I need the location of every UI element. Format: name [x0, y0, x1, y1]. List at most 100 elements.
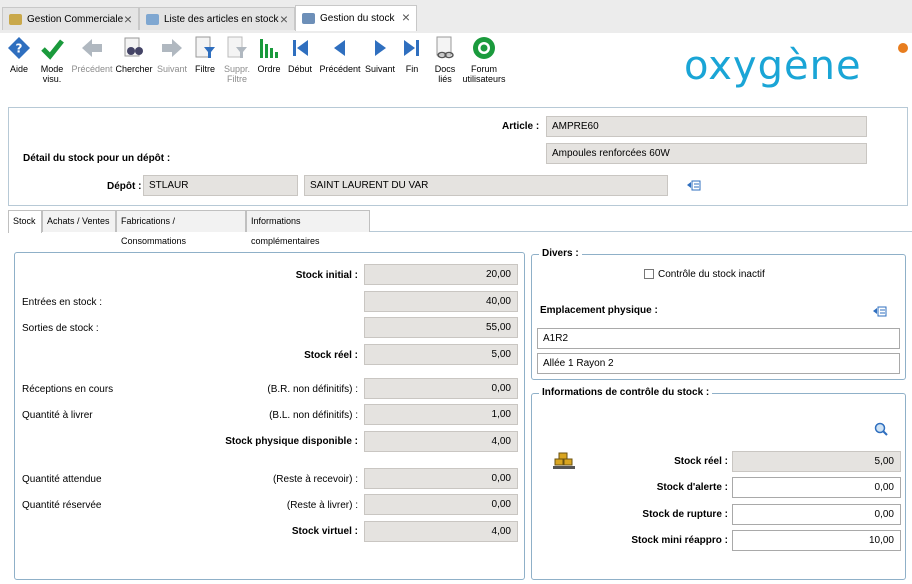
controle-title: Informations de contrôle du stock : [539, 387, 713, 398]
linked-docs-button[interactable]: Docs liés [431, 36, 459, 84]
content-tab-bar: Stock Achats / Ventes Fabrications / Con… [8, 210, 912, 246]
divers-title: Divers : [539, 248, 582, 259]
toolbar: ? Aide Mode visu. Précédent Chercher Sui… [0, 33, 912, 99]
depot-label: Dépôt : [107, 181, 142, 192]
alerte-label: Stock d'alerte : [656, 482, 728, 493]
tab-infos-complementaires[interactable]: Informations complémentaires [246, 210, 370, 246]
last-record-button[interactable]: Fin [398, 36, 426, 74]
previous-button[interactable]: Précédent [70, 36, 114, 74]
qte-reservee-sub-label: (Reste à livrer) : [286, 500, 358, 511]
tab-liste-articles[interactable]: Liste des articles en stock × [139, 7, 295, 30]
oxygene-logo: oxygène [684, 43, 862, 89]
cart-icon [9, 13, 22, 25]
last-icon [400, 36, 424, 60]
qte-attendue-sub-label: (Reste à recevoir) : [272, 474, 358, 485]
controle-group: Informations de contrôle du stock : Stoc… [531, 387, 906, 580]
qte-attendue-field[interactable]: 0,00 [364, 468, 518, 489]
sort-order-button[interactable]: Ordre [256, 36, 282, 74]
zoom-icon[interactable] [874, 422, 888, 436]
tab-label: Gestion Commerciale [27, 13, 124, 25]
entrees-field[interactable]: 40,00 [364, 291, 518, 312]
depot-code-field[interactable]: STLAUR [143, 175, 298, 196]
next-button[interactable]: Suivant [154, 36, 190, 74]
qte-reservee-label: Quantité réservée [22, 500, 102, 511]
mode-visu-button[interactable]: Mode visu. [36, 36, 68, 84]
emplacement-select-icon[interactable] [873, 306, 887, 317]
stock-virtuel-field[interactable]: 4,00 [364, 521, 518, 542]
list-icon [146, 13, 159, 25]
tab-fabrications[interactable]: Fabrications / Consommations [116, 210, 246, 246]
article-name-field[interactable]: Ampoules renforcées 60W [546, 143, 867, 164]
entrees-label: Entrées en stock : [22, 297, 103, 308]
tab-gestion-stock[interactable]: Gestion du stock × [295, 5, 417, 31]
sort-icon [257, 36, 281, 60]
svg-text:?: ? [16, 42, 23, 56]
boxes-icon [302, 13, 315, 24]
arrow-left-icon [80, 36, 104, 60]
depot-select-icon[interactable] [687, 180, 701, 191]
stock-physique-field[interactable]: 4,00 [364, 431, 518, 452]
linked-docs-icon [433, 36, 457, 60]
tab-label: Liste des articles en stock [164, 13, 279, 25]
rupture-label: Stock de rupture : [642, 509, 728, 520]
depot-name-field[interactable]: SAINT LAURENT DU VAR [304, 175, 668, 196]
qte-livrer-sub-label: (B.L. non définitifs) : [269, 410, 358, 421]
emplacement-code-input[interactable]: A1R2 [537, 328, 900, 349]
stock-initial-label: Stock initial : [295, 270, 358, 281]
ctrl-stock-reel-field[interactable]: 5,00 [732, 451, 901, 472]
controle-inactif-checkbox[interactable] [644, 269, 654, 279]
article-label: Article : [502, 121, 540, 132]
sorties-field[interactable]: 55,00 [364, 317, 518, 338]
detail-label: Détail du stock pour un dépôt : [23, 153, 171, 164]
document-tab-bar: Gestion Commerciale × Liste des articles… [0, 0, 912, 33]
qte-livrer-field[interactable]: 1,00 [364, 404, 518, 425]
article-header-panel: Article : AMPRE60 Ampoules renforcées 60… [8, 107, 908, 206]
article-code-field[interactable]: AMPRE60 [546, 116, 867, 137]
mini-reappro-input[interactable]: 10,00 [732, 530, 901, 551]
receptions-field[interactable]: 0,00 [364, 378, 518, 399]
previous-record-button[interactable]: Précédent [318, 36, 362, 74]
filter-button[interactable]: Filtre [191, 36, 219, 74]
first-icon [288, 36, 312, 60]
filter-icon [193, 36, 217, 60]
alerte-input[interactable]: 0,00 [732, 477, 901, 498]
stock-virtuel-label: Stock virtuel : [291, 526, 358, 537]
qte-reservee-field[interactable]: 0,00 [364, 494, 518, 515]
binoculars-icon [122, 36, 146, 60]
mini-reappro-label: Stock mini réappro : [631, 535, 728, 546]
emplacement-desc-input[interactable]: Allée 1 Rayon 2 [537, 353, 900, 374]
close-icon[interactable]: × [402, 10, 410, 24]
ctrl-stock-reel-label: Stock réel : [674, 456, 728, 467]
logo-accent-icon [898, 43, 908, 53]
emplacement-label: Emplacement physique : [540, 305, 658, 316]
qte-livrer-label: Quantité à livrer [22, 410, 93, 421]
next-record-button[interactable]: Suivant [363, 36, 397, 74]
user-forum-button[interactable]: Forum utilisateurs [460, 36, 508, 84]
stock-pallet-icon [553, 452, 575, 470]
help-button[interactable]: ? Aide [4, 36, 34, 74]
search-button[interactable]: Chercher [114, 36, 154, 74]
stock-reel-field[interactable]: 5,00 [364, 344, 518, 365]
tab-stock[interactable]: Stock [8, 210, 42, 233]
first-record-button[interactable]: Début [285, 36, 315, 74]
controle-inactif-label: Contrôle du stock inactif [658, 269, 765, 280]
tab-gestion-commerciale[interactable]: Gestion Commerciale × [2, 7, 139, 30]
next-icon [368, 36, 392, 60]
stock-group: Stock initial : 20,00 Entrées en stock :… [14, 252, 525, 580]
remove-filter-button[interactable]: Suppr. Filtre [220, 36, 254, 84]
qte-attendue-label: Quantité attendue [22, 474, 102, 485]
remove-filter-icon [225, 36, 249, 60]
stock-initial-field[interactable]: 20,00 [364, 264, 518, 285]
close-icon[interactable]: × [124, 12, 132, 26]
sorties-label: Sorties de stock : [22, 323, 99, 334]
tab-achats-ventes[interactable]: Achats / Ventes [42, 210, 116, 232]
stock-reel-label: Stock réel : [304, 350, 358, 361]
close-icon[interactable]: × [280, 12, 288, 26]
previous-icon [328, 36, 352, 60]
stock-physique-label: Stock physique disponible : [225, 436, 358, 447]
arrow-right-icon [160, 36, 184, 60]
rupture-input[interactable]: 0,00 [732, 504, 901, 525]
divers-group: Divers : Contrôle du stock inactif Empla… [531, 248, 906, 380]
checkmark-icon [40, 36, 64, 60]
forum-icon [472, 36, 496, 60]
